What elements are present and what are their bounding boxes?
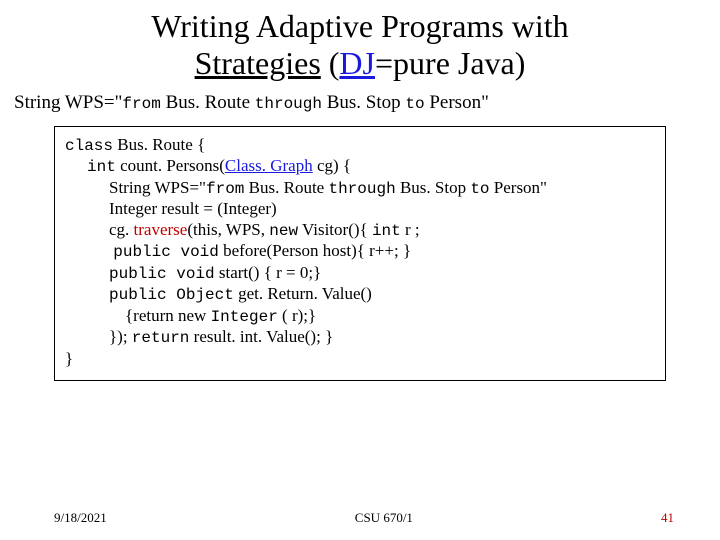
code-line-8: public Object get. Return. Value() bbox=[65, 284, 655, 306]
kw-int-r: int bbox=[372, 222, 401, 240]
code-line-4: Integer result = (Integer) bbox=[65, 199, 655, 220]
code-line-5: cg. traverse(this, WPS, new Visitor(){ i… bbox=[65, 220, 655, 242]
kw-int: int bbox=[87, 158, 116, 176]
return-new: {return new bbox=[125, 306, 211, 325]
code-line-9: {return new Integer ( r);} bbox=[65, 306, 655, 328]
start-method: start() { r = 0;} bbox=[215, 263, 322, 282]
wps-inner-bs: Bus. Stop bbox=[396, 178, 471, 197]
footer-page-number: 41 bbox=[661, 510, 674, 526]
var-r: r ; bbox=[401, 220, 420, 239]
code-line-7: public void start() { r = 0;} bbox=[65, 263, 655, 285]
kw-integer: Integer bbox=[211, 308, 278, 326]
getreturnvalue-method: get. Return. Value() bbox=[234, 284, 372, 303]
visitor-open: Visitor(){ bbox=[298, 220, 372, 239]
return-result: result. int. Value(); } bbox=[189, 327, 333, 346]
title-line2-rest: =pure Java) bbox=[375, 45, 525, 81]
footer-course: CSU 670/1 bbox=[355, 510, 413, 526]
kw-from-inner: from bbox=[206, 180, 244, 198]
code-line-2: int count. Persons(Class. Graph cg) { bbox=[65, 156, 655, 178]
code-line-11: } bbox=[65, 349, 655, 370]
integer-arg: ( r);} bbox=[278, 306, 316, 325]
wps-person: Person" bbox=[425, 92, 489, 113]
title-dj-link[interactable]: DJ bbox=[339, 45, 375, 81]
code-line-10: }); return result. int. Value(); } bbox=[65, 327, 655, 349]
wps-inner-prefix: String WPS=" bbox=[109, 178, 206, 197]
code-block: class Bus. Route { int count. Persons(Cl… bbox=[54, 126, 666, 381]
wps-inner-person: Person" bbox=[490, 178, 547, 197]
kw-from: from bbox=[122, 95, 160, 113]
kw-public-void-1: public void bbox=[113, 243, 219, 261]
cg-prefix: cg. bbox=[109, 220, 134, 239]
trav-args: (this, WPS, bbox=[187, 220, 269, 239]
before-method: before(Person host){ r++; } bbox=[219, 241, 411, 260]
method-param-end: cg) { bbox=[313, 156, 351, 175]
slide-title: Writing Adaptive Programs with Strategie… bbox=[0, 0, 720, 82]
wps-busstop: Bus. Stop bbox=[322, 92, 405, 113]
kw-return: return bbox=[132, 329, 190, 347]
wps-prefix: String WPS=" bbox=[14, 92, 122, 113]
wps-busroute: Bus. Route bbox=[161, 92, 255, 113]
kw-through-inner: through bbox=[328, 180, 395, 198]
kw-new: new bbox=[269, 222, 298, 240]
code-line-6: public void before(Person host){ r++; } bbox=[65, 241, 655, 263]
slide-footer: 9/18/2021 CSU 670/1 41 bbox=[0, 510, 720, 526]
method-name: count. Persons( bbox=[116, 156, 225, 175]
kw-through: through bbox=[255, 95, 322, 113]
code-line-3: String WPS="from Bus. Route through Bus.… bbox=[65, 178, 655, 200]
close-visitor: }); bbox=[109, 327, 132, 346]
kw-public-object: public Object bbox=[109, 286, 234, 304]
title-line2-paren: ( bbox=[321, 45, 340, 81]
title-line2-underlined: Strategies bbox=[195, 45, 321, 81]
kw-to: to bbox=[405, 95, 424, 113]
traverse-call: traverse bbox=[134, 220, 188, 239]
wps-inner-br: Bus. Route bbox=[244, 178, 328, 197]
kw-class: class bbox=[65, 137, 113, 155]
footer-date: 9/18/2021 bbox=[54, 510, 107, 526]
class-decl: Bus. Route { bbox=[113, 135, 205, 154]
code-line-1: class Bus. Route { bbox=[65, 135, 655, 157]
wps-definition-line: String WPS="from Bus. Route through Bus.… bbox=[0, 82, 720, 120]
classgraph-link[interactable]: Class. Graph bbox=[225, 156, 313, 175]
kw-public-void-2: public void bbox=[109, 265, 215, 283]
kw-to-inner: to bbox=[470, 180, 489, 198]
title-line1: Writing Adaptive Programs with bbox=[151, 8, 568, 44]
